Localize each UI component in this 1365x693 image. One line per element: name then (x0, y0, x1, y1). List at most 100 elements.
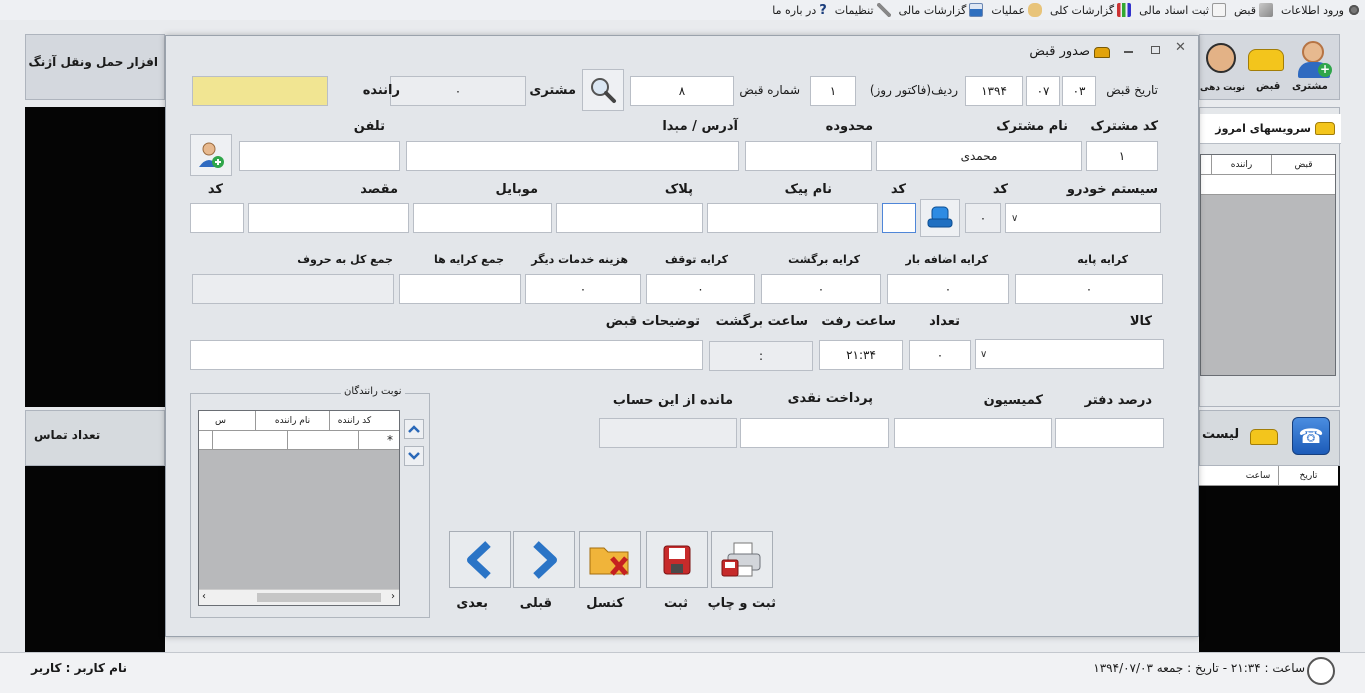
other-services-cost-field[interactable]: ۰ (525, 274, 641, 304)
toolbar-queue-button[interactable]: نوبت دهی (1200, 39, 1245, 95)
fares-sum-field[interactable] (399, 274, 521, 304)
account-balance-label: مانده از این حساب (612, 393, 733, 408)
plate-field[interactable] (556, 203, 703, 233)
clock-icon (1307, 657, 1335, 685)
menu-data-entry[interactable]: ورود اطلاعات (1281, 0, 1361, 20)
code3-field[interactable] (190, 203, 244, 233)
minimize-button[interactable] (1124, 51, 1133, 53)
tab-todays-services[interactable]: سرویسهای امروز (1200, 114, 1341, 144)
courier-name-field[interactable] (707, 203, 878, 233)
question-icon: ? (819, 2, 827, 18)
column-driver-code[interactable]: کد راننده (329, 411, 399, 430)
extra-load-fare-label: کرایه اضافه بار (905, 253, 988, 266)
taxi-icon (1250, 429, 1278, 445)
close-button[interactable]: ✕ (1175, 40, 1186, 55)
office-percent-label: درصد دفتر (1084, 393, 1152, 408)
mobile-field[interactable] (413, 203, 552, 233)
customer-code-field[interactable]: ۱ (1086, 141, 1158, 171)
destination-label: مقصد (360, 182, 398, 197)
contacts-list-panel (25, 466, 165, 652)
customer-code-label: کد مشترک (1090, 119, 1158, 134)
goods-combo[interactable] (975, 339, 1164, 369)
drivers-queue-group: نوبت رانندگان کد راننده نام راننده س * ‹… (190, 386, 430, 618)
receipt-number-label: شماره قبض (739, 83, 800, 97)
receipt-date-month-field[interactable]: ۰۷ (1026, 76, 1060, 106)
code3-label: کد (207, 182, 223, 197)
menu-operations[interactable]: عملیات (991, 0, 1043, 20)
move-up-button[interactable] (404, 419, 424, 439)
office-percent-field[interactable] (1055, 418, 1164, 448)
phone-button[interactable]: ☎ (1292, 417, 1330, 455)
taxi-icon (1094, 47, 1110, 58)
menu-financial-reports[interactable]: گزارشات مالی (899, 0, 984, 20)
receipt-number-field[interactable]: ۸ (630, 76, 734, 106)
code2-field[interactable] (882, 203, 916, 233)
next-button[interactable] (449, 531, 511, 588)
receipt-date-label: تاریخ قبض (1106, 83, 1158, 97)
add-user-icon (199, 142, 224, 168)
receipt-date-day-field[interactable]: ۰۳ (1062, 76, 1096, 106)
depart-time-field[interactable]: ۲۱:۳۴ (819, 340, 903, 370)
move-down-button[interactable] (404, 446, 424, 466)
vehicle-system-combo[interactable] (1005, 203, 1161, 233)
area-field[interactable] (745, 141, 872, 171)
customer-name-field[interactable]: محمدی (876, 141, 1082, 171)
phone-field[interactable] (239, 141, 400, 171)
courier-name-label: نام پیک (784, 182, 832, 197)
map-panel (25, 107, 165, 407)
driver-label: راننده (362, 83, 400, 98)
return-time-label: ساعت برگشت (715, 314, 808, 329)
fares-sum-label: جمع کرایه ها (433, 253, 504, 266)
drivers-queue-grid[interactable]: کد راننده نام راننده س * ‹ › (198, 410, 400, 606)
menu-about[interactable]: ? در باره ما (772, 0, 826, 20)
depart-time-label: ساعت رفت (821, 314, 896, 329)
count-field[interactable]: ۰ (909, 340, 971, 370)
column-s[interactable]: س (215, 411, 255, 430)
scroll-left-icon[interactable]: ‹ (202, 591, 206, 602)
save-button[interactable] (646, 531, 708, 588)
driver-seat-button[interactable] (920, 199, 960, 237)
toolbar-receipt-button[interactable]: قبض (1244, 39, 1288, 95)
total-in-words-label: جمع کل به حروف (297, 253, 393, 266)
menu-general-reports[interactable]: گزارشات کلی (1050, 0, 1132, 20)
list-panel: ☎ لیست (1199, 410, 1340, 466)
receipt-description-field[interactable] (190, 340, 703, 370)
add-customer-button[interactable] (190, 134, 232, 176)
daily-row-field[interactable]: ۱ (810, 76, 856, 106)
save-print-button[interactable] (711, 531, 773, 588)
address-field[interactable] (406, 141, 739, 171)
scroll-thumb[interactable] (257, 593, 381, 602)
list-grid[interactable]: تاریخ ساعت (1199, 466, 1340, 652)
cash-payment-field[interactable] (740, 418, 889, 448)
menu-settings[interactable]: تنظیمات (835, 0, 891, 20)
stop-fare-field[interactable]: ۰ (646, 274, 755, 304)
cancel-button[interactable] (579, 531, 641, 588)
horizontal-scrollbar[interactable]: ‹ › (199, 589, 399, 605)
table-row[interactable]: * (199, 431, 399, 450)
return-fare-field[interactable]: ۰ (761, 274, 881, 304)
base-fare-field[interactable]: ۰ (1015, 274, 1163, 304)
daily-row-label: ردیف(فاکتور روز) (869, 83, 958, 97)
seat-icon (927, 206, 953, 228)
destination-field[interactable] (248, 203, 409, 233)
new-row-marker: * (387, 433, 393, 447)
receipt-date-year-field[interactable]: ۱۳۹۴ (965, 76, 1023, 106)
menu-receipt[interactable]: قبض (1234, 0, 1274, 20)
chevron-down-icon: ∨ (980, 349, 988, 360)
receipt-icon (1259, 3, 1274, 17)
commission-field[interactable] (894, 418, 1052, 448)
taxi-icon (1248, 49, 1284, 71)
driver-field[interactable] (192, 76, 328, 106)
customer-field: ۰ (390, 76, 526, 106)
services-grid[interactable]: قبض راننده (1200, 154, 1336, 376)
chevron-down-icon: ∨ (1011, 213, 1019, 224)
scroll-right-icon[interactable]: › (391, 591, 395, 602)
extra-load-fare-field[interactable]: ۰ (887, 274, 1009, 304)
column-driver-name[interactable]: نام راننده (255, 411, 329, 430)
restore-button[interactable] (1151, 46, 1160, 54)
menu-financial-docs[interactable]: ثبت اسناد مالی (1139, 0, 1226, 20)
customer-search-button[interactable] (582, 69, 624, 111)
previous-button[interactable] (513, 531, 575, 588)
services-panel: سرویسهای امروز قبض راننده (1199, 107, 1341, 407)
toolbar-customer-button[interactable]: + مشتری (1290, 37, 1338, 95)
